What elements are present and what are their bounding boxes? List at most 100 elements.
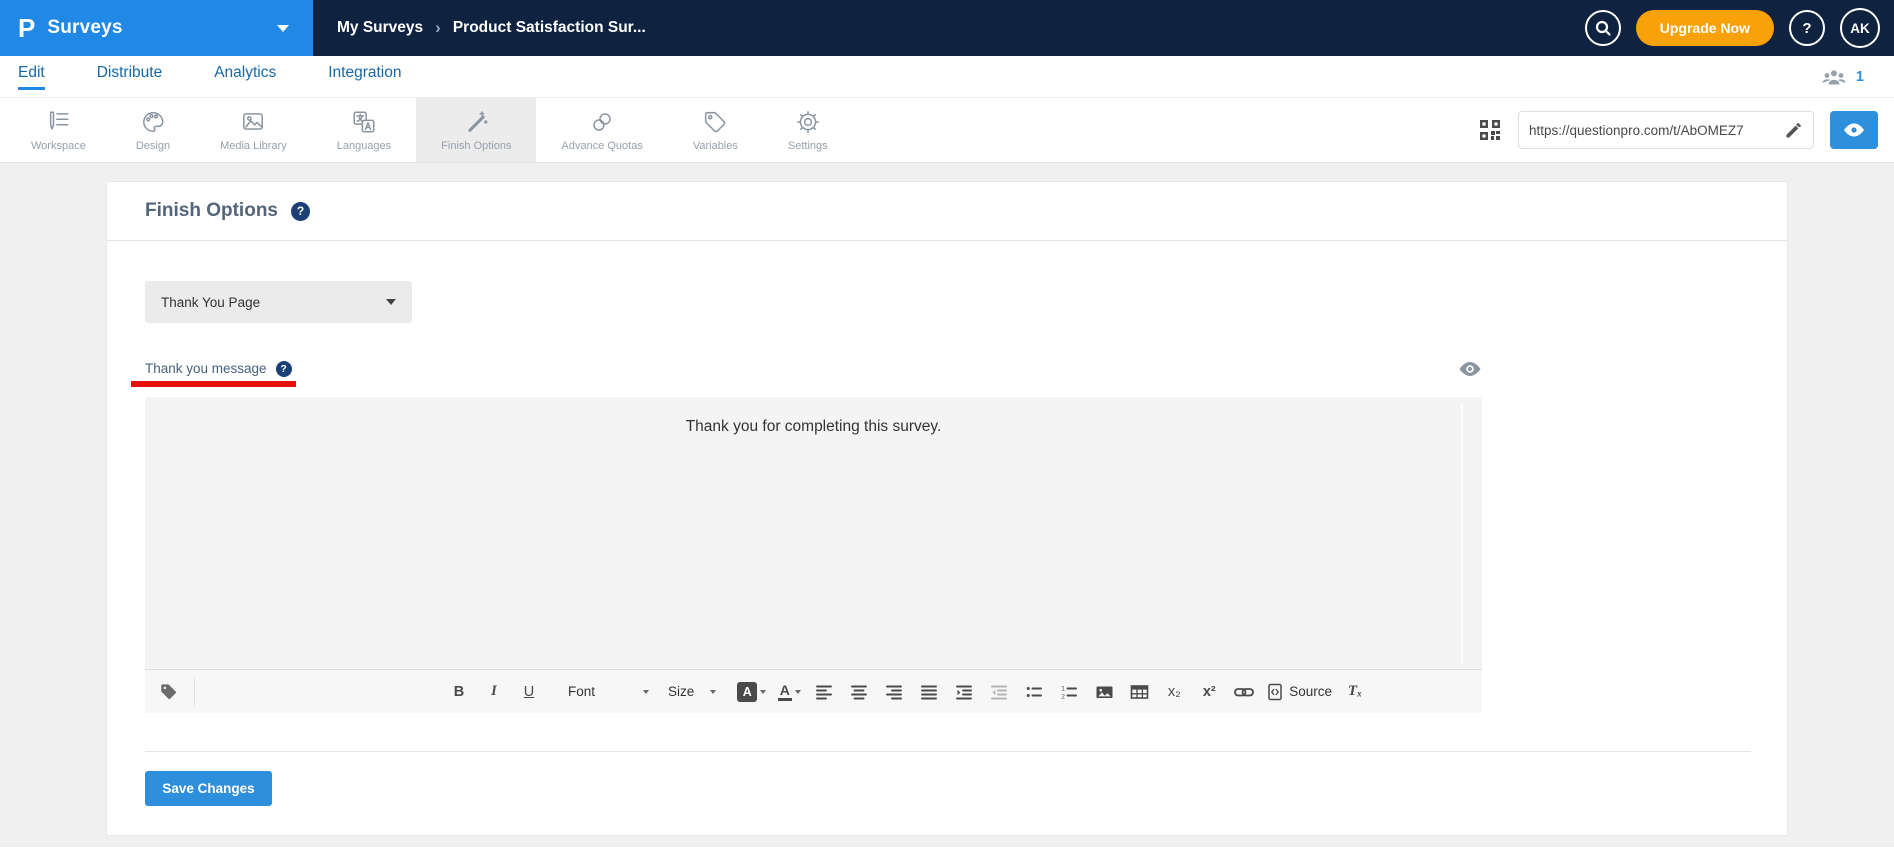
ribbon-item-media-library[interactable]: Media Library	[195, 98, 312, 162]
gear-icon	[796, 110, 819, 133]
breadcrumb-separator-icon: ›	[435, 18, 441, 37]
align-justify-button[interactable]	[917, 679, 941, 705]
translate-icon	[353, 110, 375, 133]
bold-button[interactable]: B	[447, 679, 471, 705]
increase-indent-button[interactable]	[952, 679, 976, 705]
thank-you-message-help-icon[interactable]: ?	[275, 361, 292, 377]
product-switcher[interactable]: P Surveys	[0, 0, 313, 56]
background-color-icon: A	[737, 681, 758, 702]
survey-url-field	[1518, 111, 1814, 149]
increase-indent-icon	[956, 685, 973, 699]
finish-type-selected-value: Thank You Page	[161, 294, 261, 310]
red-annotation-underline	[131, 381, 296, 387]
ribbon-item-settings[interactable]: Settings	[763, 98, 853, 162]
qr-code-icon[interactable]	[1478, 118, 1502, 142]
subscript-button[interactable]: x₂	[1162, 679, 1186, 705]
search-button[interactable]	[1584, 10, 1621, 46]
bullet-list-button[interactable]	[1022, 679, 1046, 705]
card-body: Thank You Page Thank you message ? Thank…	[107, 241, 1787, 806]
top-bar: P Surveys My Surveys › Product Satisfact…	[0, 0, 1894, 56]
thank-you-message-label: Thank you message	[145, 361, 267, 376]
editor-scrollbar[interactable]	[1461, 405, 1463, 663]
chevron-down-icon	[760, 689, 767, 694]
insert-image-icon	[1096, 686, 1113, 698]
breadcrumb-current-survey: Product Satisfaction Sur...	[452, 19, 646, 36]
ribbon-item-languages[interactable]: Languages	[312, 98, 416, 162]
finish-options-help-icon[interactable]: ?	[291, 201, 310, 221]
ribbon-item-advance-quotas[interactable]: Advance Quotas	[536, 98, 667, 162]
survey-url-input[interactable]	[1529, 122, 1776, 138]
source-button[interactable]: Source	[1267, 679, 1332, 705]
topbar-actions: Upgrade Now ? AK	[1584, 8, 1894, 48]
numbered-list-button[interactable]: 1 2	[1057, 679, 1081, 705]
decrease-indent-button[interactable]	[987, 679, 1011, 705]
image-icon	[243, 112, 264, 130]
footer-strip	[0, 847, 1894, 854]
ribbon-item-design[interactable]: Design	[111, 98, 195, 162]
tab-distribute[interactable]: Distribute	[97, 56, 162, 97]
card-header: Finish Options ?	[107, 182, 1787, 241]
save-changes-button[interactable]: Save Changes	[145, 771, 272, 806]
svg-text:1: 1	[1061, 685, 1065, 692]
font-dropdown[interactable]: Font	[568, 684, 650, 699]
size-dropdown[interactable]: Size	[668, 684, 717, 699]
help-button[interactable]: ?	[1789, 10, 1825, 46]
tab-integration[interactable]: Integration	[328, 56, 401, 97]
italic-button[interactable]: I	[482, 679, 506, 705]
merge-tag-icon[interactable]	[159, 682, 178, 701]
insert-table-button[interactable]	[1127, 679, 1151, 705]
insert-link-button[interactable]	[1232, 679, 1256, 705]
ribbon-item-finish-options[interactable]: Finish Options	[416, 98, 537, 162]
preview-survey-button[interactable]	[1830, 111, 1878, 149]
chain-links-icon	[593, 112, 611, 131]
preview-message-button[interactable]	[1458, 360, 1482, 378]
align-center-icon	[851, 685, 868, 699]
survey-tabs: Edit Distribute Analytics Integration 1	[0, 56, 1894, 98]
breadcrumb-my-surveys[interactable]: My Surveys	[337, 19, 423, 37]
align-justify-icon	[921, 685, 938, 699]
collaborator-count: 1	[1855, 68, 1864, 85]
ribbon-item-variables[interactable]: Variables	[668, 98, 763, 162]
tab-analytics[interactable]: Analytics	[214, 56, 276, 97]
chevron-down-icon	[643, 689, 650, 694]
upgrade-now-button[interactable]: Upgrade Now	[1635, 10, 1774, 46]
collaborators-indicator[interactable]: 1	[1821, 68, 1894, 86]
page-title: Finish Options	[145, 200, 278, 221]
questionpro-logo: P	[18, 13, 36, 43]
ribbon-item-workspace[interactable]: Workspace	[6, 98, 111, 162]
edit-url-pencil-icon[interactable]	[1784, 121, 1803, 140]
align-right-button[interactable]	[882, 679, 906, 705]
background-color-button[interactable]: A	[737, 679, 767, 705]
chevron-down-icon	[794, 689, 801, 694]
section-divider	[145, 751, 1751, 752]
editor-toolbar: B I U Font Size A A 1 2 x₂ x² Source Tₓ	[145, 669, 1482, 713]
avatar[interactable]: AK	[1840, 8, 1880, 48]
chevron-down-icon	[710, 689, 717, 694]
align-left-button[interactable]	[812, 679, 836, 705]
text-color-button[interactable]: A	[777, 679, 801, 705]
insert-table-icon	[1130, 684, 1149, 699]
tab-edit[interactable]: Edit	[18, 56, 45, 97]
magic-wand-icon	[468, 110, 489, 132]
group-icon	[1822, 69, 1846, 84]
chevron-down-icon	[386, 299, 396, 305]
toolbar-separator	[194, 677, 195, 706]
text-color-icon: A	[777, 683, 792, 701]
remove-format-button[interactable]: Tₓ	[1343, 679, 1367, 705]
toolbar-buttons: B I U Font Size A A 1 2 x₂ x² Source Tₓ	[447, 679, 1367, 705]
insert-image-button[interactable]	[1092, 679, 1116, 705]
edit-ribbon: Workspace Design Media Library Languages…	[0, 98, 1894, 163]
underline-button[interactable]: U	[517, 679, 541, 705]
finish-type-select[interactable]: Thank You Page	[145, 281, 412, 323]
finish-options-card: Finish Options ? Thank You Page Thank yo…	[106, 181, 1788, 836]
search-icon	[1595, 20, 1611, 36]
ribbon-share-tools	[1478, 98, 1894, 162]
workspace-icon	[50, 110, 69, 130]
eye-icon	[1844, 123, 1864, 137]
superscript-button[interactable]: x²	[1197, 679, 1221, 705]
svg-text:2: 2	[1061, 693, 1065, 700]
editor-content-area[interactable]: Thank you for completing this survey.	[145, 397, 1482, 669]
page-background: Finish Options ? Thank You Page Thank yo…	[0, 163, 1894, 854]
align-center-button[interactable]	[847, 679, 871, 705]
chevron-down-icon	[277, 24, 289, 32]
